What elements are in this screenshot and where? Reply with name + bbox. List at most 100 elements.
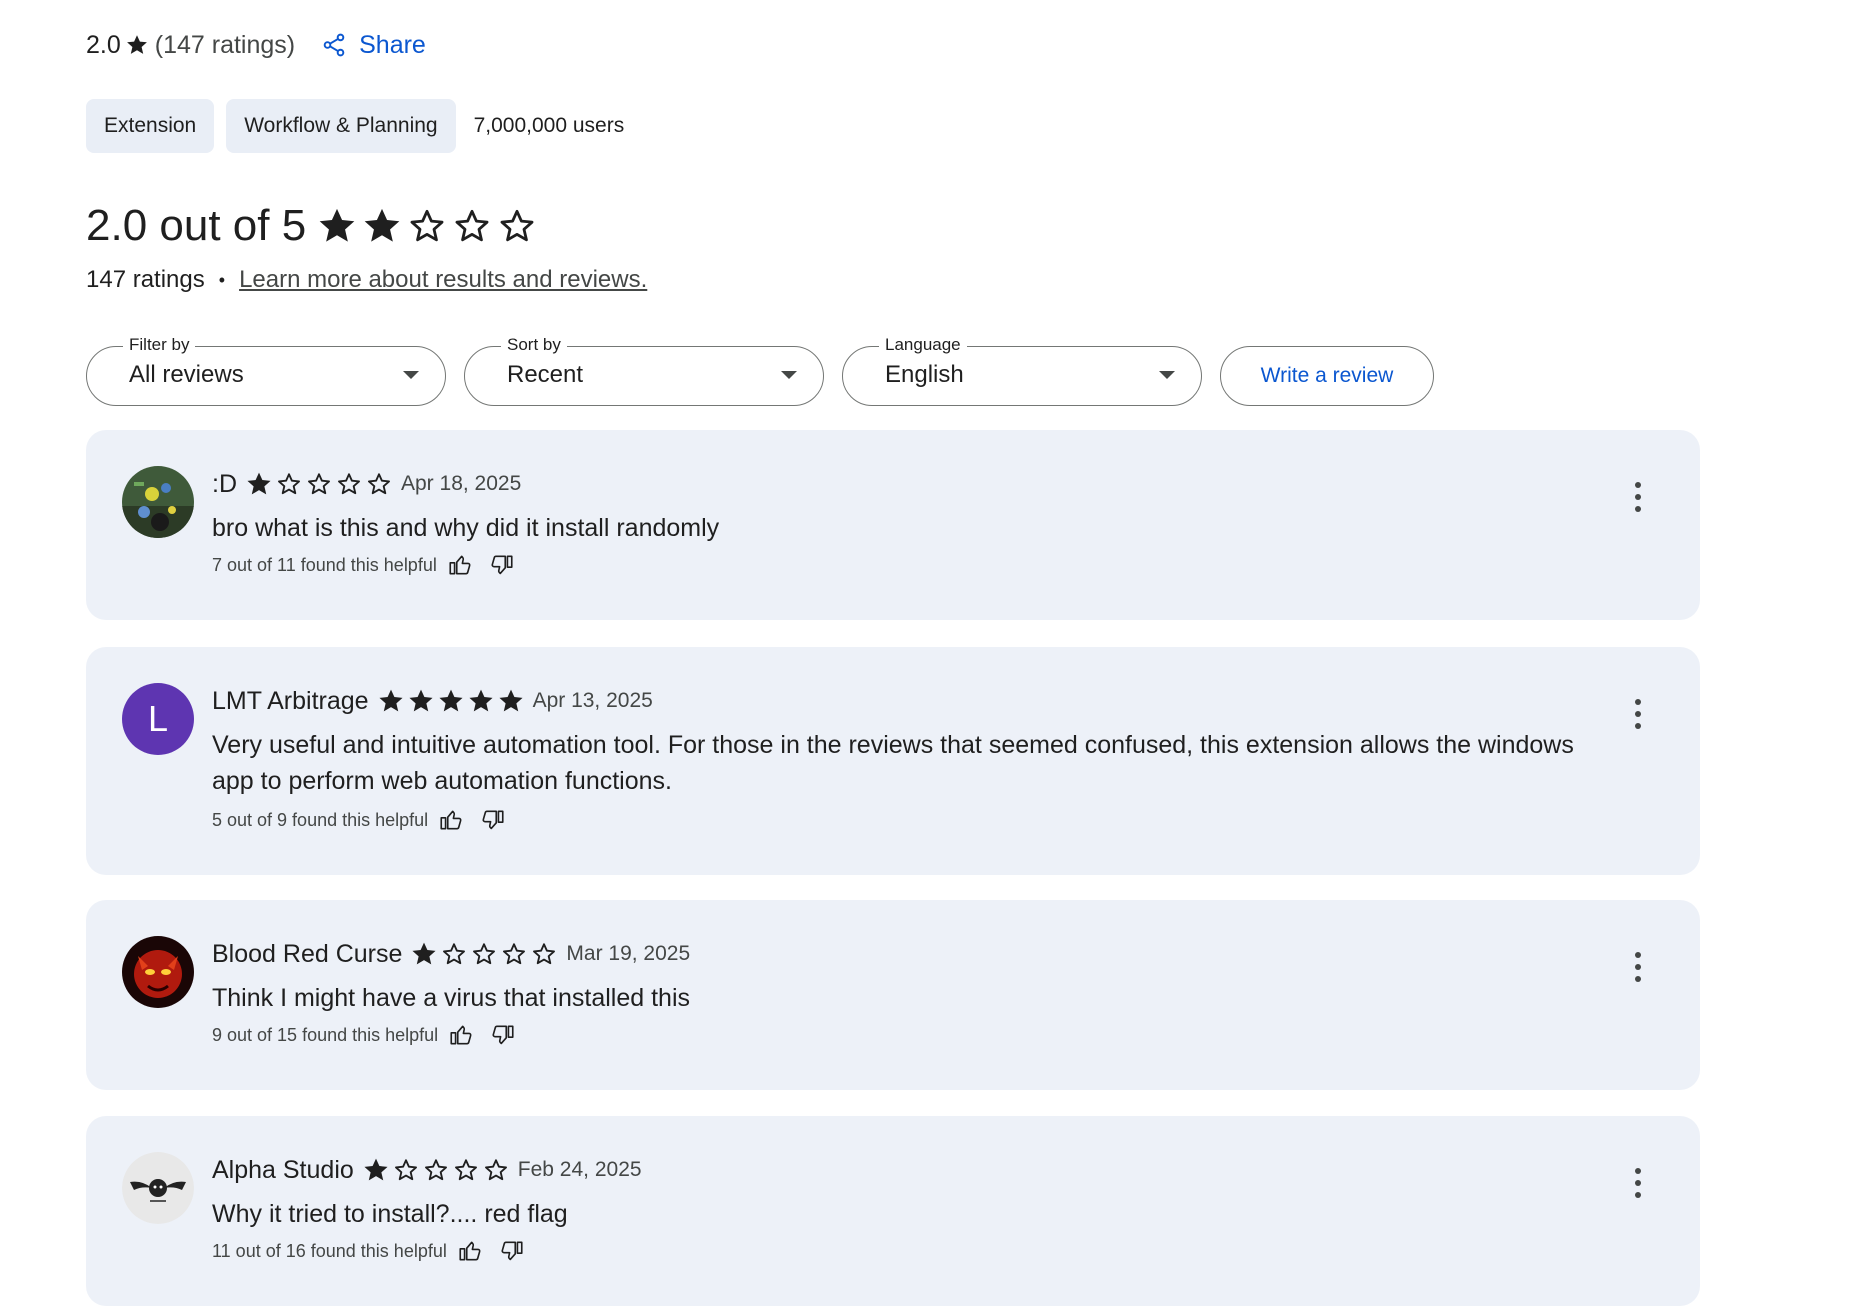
ratings-count: 147 ratings [86,266,205,293]
review-stars [410,940,560,968]
language-label: Language [879,335,967,355]
star-empty-icon [392,1156,420,1184]
helpful-row: 11 out of 16 found this helpful [212,1238,525,1264]
star-empty-icon [305,470,333,498]
star-icon [125,33,149,57]
sort-by-value: Recent [507,361,584,388]
helpful-count: 11 out of 16 found this helpful [212,1240,447,1261]
star-empty-icon [422,1156,450,1184]
star-empty-icon [275,470,303,498]
dropdown-arrow-icon [781,371,797,379]
language-value: English [885,361,964,388]
review-date: Apr 18, 2025 [401,472,522,495]
star-empty-icon [500,940,528,968]
share-button[interactable]: Share [321,31,426,60]
star-empty-icon [406,205,448,247]
review-card: Alpha Studio Feb 24, 2025 Why it tried t… [86,1116,1700,1306]
star-empty-icon [452,1156,480,1184]
star-filled-icon [316,205,358,247]
review-text: bro what is this and why did it install … [212,514,720,542]
star-filled-icon [361,205,403,247]
helpful-count: 9 out of 15 found this helpful [212,1024,439,1045]
share-label: Share [359,30,426,59]
review-stars [245,470,395,498]
star-empty-icon [496,205,538,247]
review-card: L LMT Arbitrage Apr 13, 2025 Very useful… [86,647,1700,875]
star-filled-icon [437,687,465,715]
thumbs-down-icon[interactable] [490,1022,516,1048]
review-date: Feb 24, 2025 [517,1158,642,1181]
winged-lion-logo-avatar-icon [122,1152,194,1224]
star-filled-icon [467,687,495,715]
learn-more-link[interactable]: Learn more about results and reviews. [239,266,647,294]
helpful-row: 9 out of 15 found this helpful [212,1022,516,1048]
language-select[interactable]: Language English [842,335,1202,406]
rating-headline-text: 2.0 out of 5 [86,201,307,250]
chip-extension[interactable]: Extension [86,99,215,153]
chip-row: Extension Workflow & Planning 7,000,000 … [86,99,624,153]
more-options-icon[interactable] [1632,1168,1644,1198]
review-stars [377,687,527,715]
star-filled-icon [407,687,435,715]
review-author[interactable]: LMT Arbitrage [212,687,369,716]
star-empty-icon [470,940,498,968]
star-filled-icon [362,1156,390,1184]
filter-by-value: All reviews [129,361,244,388]
filter-bar: Filter by All reviews Sort by Recent Lan… [86,335,1434,406]
game-screenshot-avatar-icon [122,466,194,538]
helpful-count: 5 out of 9 found this helpful [212,809,429,830]
avatar[interactable]: L [122,683,194,755]
dropdown-arrow-icon [1159,371,1175,379]
review-date: Apr 13, 2025 [532,689,653,712]
write-review-button[interactable]: Write a review [1220,346,1434,406]
avatar[interactable] [122,466,194,538]
review-author[interactable]: Alpha Studio [212,1156,354,1185]
star-filled-icon [497,687,525,715]
reviews-page: 2.0 (147 ratings) Share Extension Workfl… [0,0,1876,1311]
star-empty-icon [482,1156,510,1184]
star-empty-icon [335,470,363,498]
avatar[interactable] [122,936,194,1008]
star-empty-icon [440,940,468,968]
share-icon [323,33,345,57]
thumbs-down-icon[interactable] [480,807,506,833]
helpful-row: 5 out of 9 found this helpful [212,807,506,833]
sort-by-select[interactable]: Sort by Recent [464,335,824,406]
red-demon-avatar-icon [122,936,194,1008]
star-empty-icon [365,470,393,498]
review-date: Mar 19, 2025 [566,942,691,965]
thumbs-up-icon[interactable] [447,552,473,578]
review-card: Blood Red Curse Mar 19, 2025 Think I mig… [86,900,1700,1090]
star-empty-icon [530,940,558,968]
rating-headline: 2.0 out of 5 [86,198,541,254]
review-header: :D Apr 18, 2025 [212,468,521,500]
rating-stars [316,205,541,247]
thumbs-down-icon[interactable] [489,552,515,578]
review-header: Blood Red Curse Mar 19, 2025 [212,938,690,970]
review-text: Think I might have a virus that installe… [212,984,691,1012]
thumbs-up-icon[interactable] [457,1238,483,1264]
summary-count: (147 ratings) [154,30,296,59]
dropdown-arrow-icon [403,371,419,379]
review-text: Why it tried to install?.... red flag [212,1200,568,1228]
helpful-row: 7 out of 11 found this helpful [212,552,515,578]
more-options-icon[interactable] [1632,482,1644,512]
more-options-icon[interactable] [1632,699,1644,729]
chip-category[interactable]: Workflow & Planning [226,99,456,153]
thumbs-up-icon[interactable] [448,1022,474,1048]
star-filled-icon [377,687,405,715]
star-filled-icon [245,470,273,498]
sort-by-label: Sort by [501,335,567,355]
thumbs-up-icon[interactable] [438,807,464,833]
star-empty-icon [451,205,493,247]
filter-by-label: Filter by [123,335,196,355]
review-author[interactable]: :D [212,470,237,499]
review-author[interactable]: Blood Red Curse [212,940,402,969]
separator-dot: • [218,269,226,290]
thumbs-down-icon[interactable] [499,1238,525,1264]
filter-by-select[interactable]: Filter by All reviews [86,335,446,406]
summary-rating: 2.0 [86,30,121,59]
review-header: Alpha Studio Feb 24, 2025 [212,1154,642,1186]
avatar[interactable] [122,1152,194,1224]
more-options-icon[interactable] [1632,952,1644,982]
